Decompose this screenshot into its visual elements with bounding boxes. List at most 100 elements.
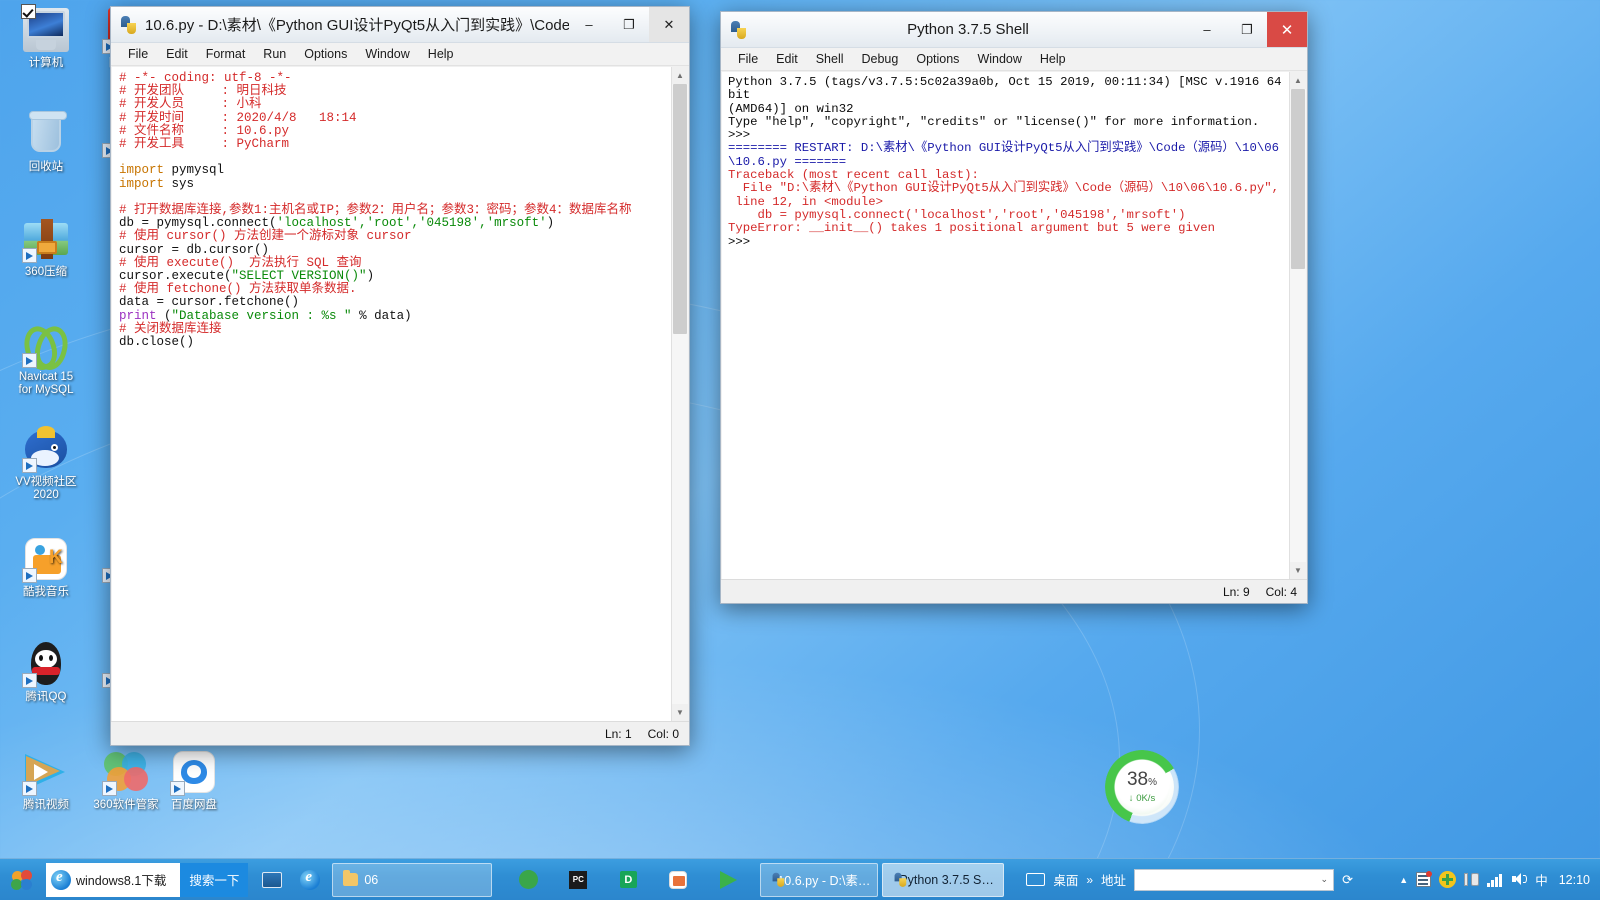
kuwo-music-icon: K — [22, 535, 70, 583]
desktop-icon-label: 回收站 — [28, 161, 64, 173]
desktop-icon-label: VV视频社区 2020 — [15, 476, 77, 501]
shortcut-arrow-icon — [170, 781, 185, 796]
pycharm-icon[interactable]: PC — [560, 861, 596, 899]
desktop-icon-vv-video[interactable]: VV视频社区 2020 — [0, 425, 92, 502]
navicat-icon — [22, 320, 70, 368]
search-input[interactable]: windows8.1下载 — [76, 870, 180, 889]
desktop-icon-navicat[interactable]: Navicat 15 for MySQL — [0, 320, 92, 397]
status-col: Col: 0 — [647, 726, 679, 741]
taskbar-item-label: Python 3.7.5 S… — [899, 872, 994, 887]
desktop-icon-label: 计算机 — [28, 57, 64, 69]
keyboard-icon[interactable] — [1026, 873, 1046, 886]
menu-window[interactable]: Window — [356, 45, 418, 63]
taskbar-item-label: 10.6.py - D:\素… — [777, 874, 871, 888]
show-desktop-monitor-icon[interactable] — [254, 861, 290, 899]
desktop-icon-tencent-video[interactable]: 腾讯视频 — [0, 748, 92, 812]
menu-file[interactable]: File — [729, 50, 767, 68]
shell-text[interactable]: Python 3.7.5 (tags/v3.7.5:5c02a39a0b, Oc… — [722, 72, 1306, 249]
desktop-toolbar-label[interactable]: 桌面 — [1053, 870, 1078, 889]
menu-shell[interactable]: Shell — [807, 50, 853, 68]
dingtalk-icon[interactable]: D — [610, 861, 646, 899]
menu-edit[interactable]: Edit — [767, 50, 807, 68]
editor-titlebar[interactable]: 10.6.py - D:\素材\《Python GUI设计PyQt5从入门到实践… — [111, 7, 689, 43]
maximize-button[interactable]: ❐ — [609, 7, 649, 42]
editor-window-buttons[interactable]: – ❐ ✕ — [569, 7, 689, 42]
scroll-up-arrow-icon[interactable]: ▲ — [672, 67, 688, 84]
scrollbar-thumb[interactable] — [673, 84, 687, 334]
address-input[interactable]: ⌄ — [1134, 868, 1335, 891]
shell-titlebar[interactable]: Python 3.7.5 Shell – ❐ ✕ — [721, 12, 1307, 48]
shell-window[interactable]: Python 3.7.5 Shell – ❐ ✕ File Edit Shell… — [720, 11, 1308, 604]
clock[interactable]: 12:10 — [1555, 873, 1590, 887]
taskbar-item-folder-06[interactable]: 06 — [332, 862, 493, 897]
network-signal-icon[interactable] — [1487, 871, 1504, 888]
maximize-button[interactable]: ❐ — [1227, 12, 1267, 47]
start-button[interactable] — [0, 859, 44, 900]
shortcut-arrow-icon — [22, 568, 37, 583]
editor-title: 10.6.py - D:\素材\《Python GUI设计PyQt5从入门到实践… — [145, 17, 569, 34]
notes-icon[interactable] — [1415, 871, 1433, 888]
shell-vertical-scrollbar[interactable]: ▲ ▼ — [1289, 72, 1306, 579]
desktop-icon-computer[interactable]: 计算机 — [0, 4, 92, 70]
tray-icons[interactable] — [1415, 871, 1528, 888]
menu-format[interactable]: Format — [197, 45, 255, 63]
menu-help[interactable]: Help — [1031, 50, 1075, 68]
opera-icon[interactable] — [510, 861, 546, 899]
taskbar-toolbars[interactable]: 桌面 » 地址 ⌄ ⟳ — [1026, 868, 1353, 891]
desktop-icon-kuwo[interactable]: K 酷我音乐 — [0, 535, 92, 599]
shell-menubar[interactable]: File Edit Shell Debug Options Window Hel… — [721, 48, 1307, 71]
menu-options[interactable]: Options — [907, 50, 968, 68]
network-speed-widget[interactable]: 38% ↓ 0K/s — [1105, 750, 1179, 824]
shell-window-buttons[interactable]: – ❐ ✕ — [1187, 12, 1307, 47]
menu-file[interactable]: File — [119, 45, 157, 63]
search-bar[interactable]: windows8.1下载 搜索一下 — [46, 862, 249, 897]
taskbar[interactable]: windows8.1下载 搜索一下 06 PC D 10.6.py - D:\素… — [0, 858, 1600, 900]
menu-options[interactable]: Options — [295, 45, 356, 63]
code-text[interactable]: # -*- coding: utf-8 -*- # 开发团队 : 明日科技 # … — [112, 67, 688, 349]
tray-expand-icon[interactable]: ▲ — [1399, 875, 1408, 885]
taskbar-item-editor[interactable]: 10.6.py - D:\素… — [760, 862, 879, 897]
desktop-icon-360zip[interactable]: 360压缩 — [0, 215, 92, 279]
taskbar-item-shell[interactable]: Python 3.7.5 S… — [882, 862, 1005, 897]
checkbox-icon[interactable] — [21, 4, 36, 19]
scroll-down-arrow-icon[interactable]: ▼ — [672, 704, 688, 721]
desktop-icon-baidu-netdisk[interactable]: 百度网盘 — [148, 748, 240, 812]
scroll-up-arrow-icon[interactable]: ▲ — [1290, 72, 1306, 89]
desktop-icon-qq[interactable]: 腾讯QQ — [0, 640, 92, 704]
ime-indicator[interactable]: 中 — [1535, 870, 1548, 889]
editor-menubar[interactable]: File Edit Format Run Options Window Help — [111, 43, 689, 66]
shell-output-area[interactable]: Python 3.7.5 (tags/v3.7.5:5c02a39a0b, Oc… — [722, 72, 1306, 579]
chevron-down-icon[interactable]: ⌄ — [1321, 874, 1334, 885]
taskbar-item-label: 06 — [364, 872, 379, 887]
tencent-video-icon[interactable] — [710, 861, 746, 899]
minimize-button[interactable]: – — [1187, 12, 1227, 47]
desktop-icon-recycle-bin[interactable]: 回收站 — [0, 110, 92, 174]
scrollbar-thumb[interactable] — [1291, 89, 1305, 269]
pinned-apps[interactable]: PC D — [492, 861, 746, 899]
app-gift-icon[interactable] — [660, 861, 696, 899]
close-button[interactable]: ✕ — [649, 7, 689, 42]
close-button[interactable]: ✕ — [1267, 12, 1307, 47]
baidu-netdisk-icon — [170, 748, 218, 796]
refresh-icon[interactable]: ⟳ — [1342, 872, 1353, 888]
search-button[interactable]: 搜索一下 — [180, 862, 249, 897]
menu-edit[interactable]: Edit — [157, 45, 197, 63]
editor-vertical-scrollbar[interactable]: ▲ ▼ — [671, 67, 688, 721]
menu-help[interactable]: Help — [419, 45, 463, 63]
minimize-button[interactable]: – — [569, 7, 609, 42]
system-tray[interactable]: ▲ 中 12:10 — [1399, 870, 1600, 889]
editor-window[interactable]: 10.6.py - D:\素材\《Python GUI设计PyQt5从入门到实践… — [110, 6, 690, 746]
status-line: Ln: 1 — [604, 726, 632, 741]
volume-icon[interactable] — [1511, 871, 1528, 888]
code-editor-area[interactable]: # -*- coding: utf-8 -*- # 开发团队 : 明日科技 # … — [112, 67, 688, 721]
shortcut-arrow-icon — [22, 458, 37, 473]
menu-window[interactable]: Window — [968, 50, 1030, 68]
menu-debug[interactable]: Debug — [853, 50, 908, 68]
internet-explorer-icon[interactable] — [292, 861, 328, 899]
quick-launch[interactable] — [248, 861, 328, 899]
menu-run[interactable]: Run — [254, 45, 295, 63]
scroll-down-arrow-icon[interactable]: ▼ — [1290, 562, 1306, 579]
chevron-right-icon[interactable]: » — [1086, 873, 1093, 887]
usb-device-icon[interactable] — [1463, 871, 1480, 888]
security-shield-icon[interactable] — [1439, 871, 1457, 888]
